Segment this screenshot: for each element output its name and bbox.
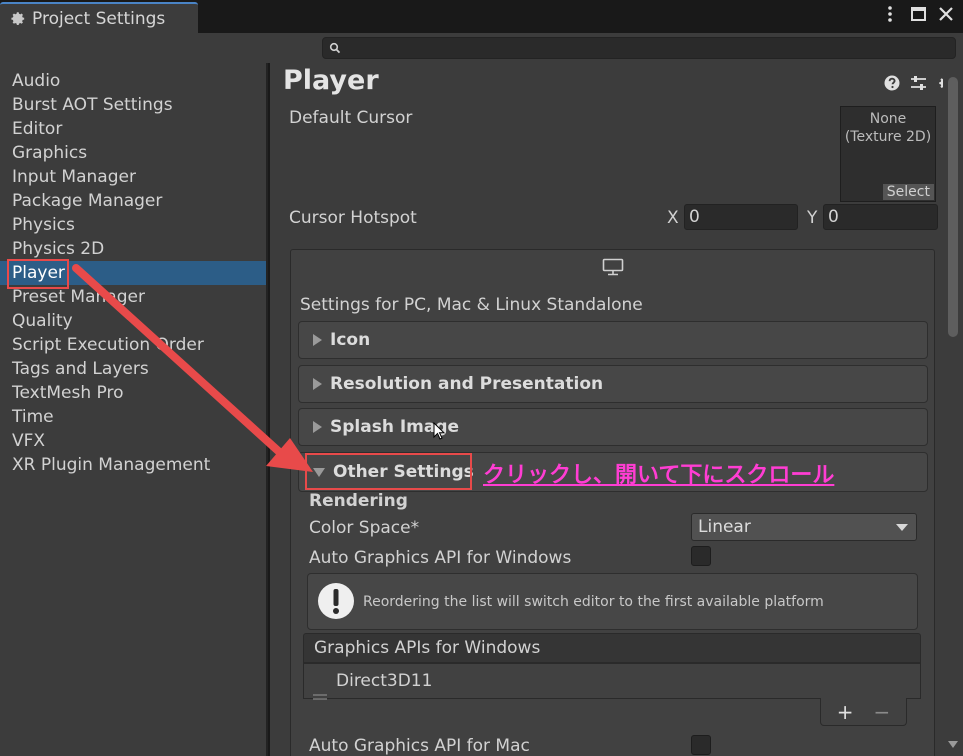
hotspot-x-field[interactable]: 0 <box>684 204 798 230</box>
sidebar-item-burst-aot-settings[interactable]: Burst AOT Settings <box>0 93 266 117</box>
auto-graphics-api-mac-label: Auto Graphics API for Mac <box>309 736 530 756</box>
auto-graphics-api-mac-checkbox[interactable] <box>691 735 711 755</box>
hotspot-x-label: X <box>667 208 679 228</box>
sidebar-item-time[interactable]: Time <box>0 405 266 429</box>
gear-icon <box>8 10 26 28</box>
platform-settings-box: Settings for PC, Mac & Linux Standalone … <box>290 249 935 756</box>
platform-heading: Settings for PC, Mac & Linux Standalone <box>300 295 643 315</box>
expand-arrow-icon <box>313 334 322 346</box>
sidebar-item-quality[interactable]: Quality <box>0 309 266 333</box>
drag-handle-icon[interactable] <box>313 678 327 712</box>
expand-arrow-icon <box>313 378 322 390</box>
vertical-scrollbar[interactable] <box>943 63 963 756</box>
sidebar-item-physics[interactable]: Physics <box>0 213 266 237</box>
maximize-icon[interactable] <box>909 5 927 23</box>
graphics-apis-list-header: Graphics APIs for Windows <box>303 633 921 663</box>
section-resolution-label: Resolution and Presentation <box>330 374 604 394</box>
hotspot-y-field[interactable]: 0 <box>823 204 938 230</box>
close-icon[interactable] <box>937 5 955 23</box>
help-icon[interactable] <box>884 75 900 95</box>
texture-value-line1: None <box>869 111 907 127</box>
annotation-instruction-text: クリックし、開いて下にスクロール <box>483 463 835 488</box>
color-space-label: Color Space* <box>309 518 420 538</box>
search-input[interactable] <box>322 37 956 59</box>
toolbar <box>0 33 963 63</box>
player-settings-panel: Player Default Cursor None (Texture 2D) … <box>270 63 963 756</box>
add-api-button[interactable]: + <box>837 700 854 724</box>
other-settings-highlight-box <box>305 453 472 490</box>
sidebar-item-graphics[interactable]: Graphics <box>0 141 266 165</box>
sidebar-item-textmesh-pro[interactable]: TextMesh Pro <box>0 381 266 405</box>
mouse-cursor-icon <box>433 421 446 444</box>
sidebar-item-input-manager[interactable]: Input Manager <box>0 165 266 189</box>
texture-value-line2: (Texture 2D) <box>844 129 932 145</box>
scrollbar-thumb[interactable] <box>948 77 958 337</box>
scroll-down-arrow-icon[interactable] <box>948 733 958 752</box>
expand-arrow-icon <box>313 421 322 433</box>
warning-icon <box>317 582 355 624</box>
cursor-hotspot-label: Cursor Hotspot <box>289 208 417 228</box>
helpbox-text: Reordering the list will switch editor t… <box>363 594 824 610</box>
texture-select-button[interactable]: Select <box>882 184 934 200</box>
title-bar: Project Settings <box>0 0 963 33</box>
kebab-icon[interactable] <box>881 5 899 23</box>
default-cursor-label: Default Cursor <box>289 108 413 128</box>
tab-title: Project Settings <box>32 8 166 29</box>
sidebar-item-editor[interactable]: Editor <box>0 117 266 141</box>
search-icon <box>329 40 341 59</box>
section-icon-label: Icon <box>330 330 371 350</box>
project-settings-tab[interactable]: Project Settings <box>0 2 198 33</box>
sidebar-item-package-manager[interactable]: Package Manager <box>0 189 266 213</box>
color-space-value: Linear <box>698 517 751 537</box>
auto-graphics-api-windows-checkbox[interactable] <box>691 546 711 566</box>
hotspot-y-label: Y <box>807 208 818 228</box>
preset-sliders-icon[interactable] <box>910 75 927 95</box>
rendering-heading: Rendering <box>309 491 408 511</box>
player-highlight-box <box>7 259 69 289</box>
sidebar-item-tags-and-layers[interactable]: Tags and Layers <box>0 357 266 381</box>
settings-sidebar: Audio Burst AOT Settings Editor Graphics… <box>0 63 268 756</box>
standalone-monitor-icon[interactable] <box>602 258 624 280</box>
section-splash-image[interactable]: Splash Image <box>298 408 928 446</box>
sidebar-item-vfx[interactable]: VFX <box>0 429 266 453</box>
sidebar-item-audio[interactable]: Audio <box>0 69 266 93</box>
auto-graphics-api-windows-label: Auto Graphics API for Windows <box>309 548 572 568</box>
chevron-down-icon <box>896 524 908 531</box>
default-cursor-texture-field[interactable]: None (Texture 2D) Select <box>840 106 936 202</box>
list-add-remove-footer: + − <box>820 698 907 726</box>
sidebar-item-physics-2d[interactable]: Physics 2D <box>0 237 266 261</box>
section-resolution-and-presentation[interactable]: Resolution and Presentation <box>298 365 928 403</box>
reorder-warning-helpbox: Reordering the list will switch editor t… <box>307 573 918 630</box>
remove-api-button[interactable]: − <box>874 700 891 724</box>
sidebar-item-script-execution-order[interactable]: Script Execution Order <box>0 333 266 357</box>
graphics-api-name: Direct3D11 <box>336 671 433 691</box>
graphics-apis-list-item[interactable]: Direct3D11 <box>303 663 921 700</box>
sidebar-item-xr-plugin-management[interactable]: XR Plugin Management <box>0 453 266 477</box>
page-title: Player <box>283 65 379 96</box>
section-icon[interactable]: Icon <box>298 321 928 359</box>
color-space-dropdown[interactable]: Linear <box>691 513 917 541</box>
